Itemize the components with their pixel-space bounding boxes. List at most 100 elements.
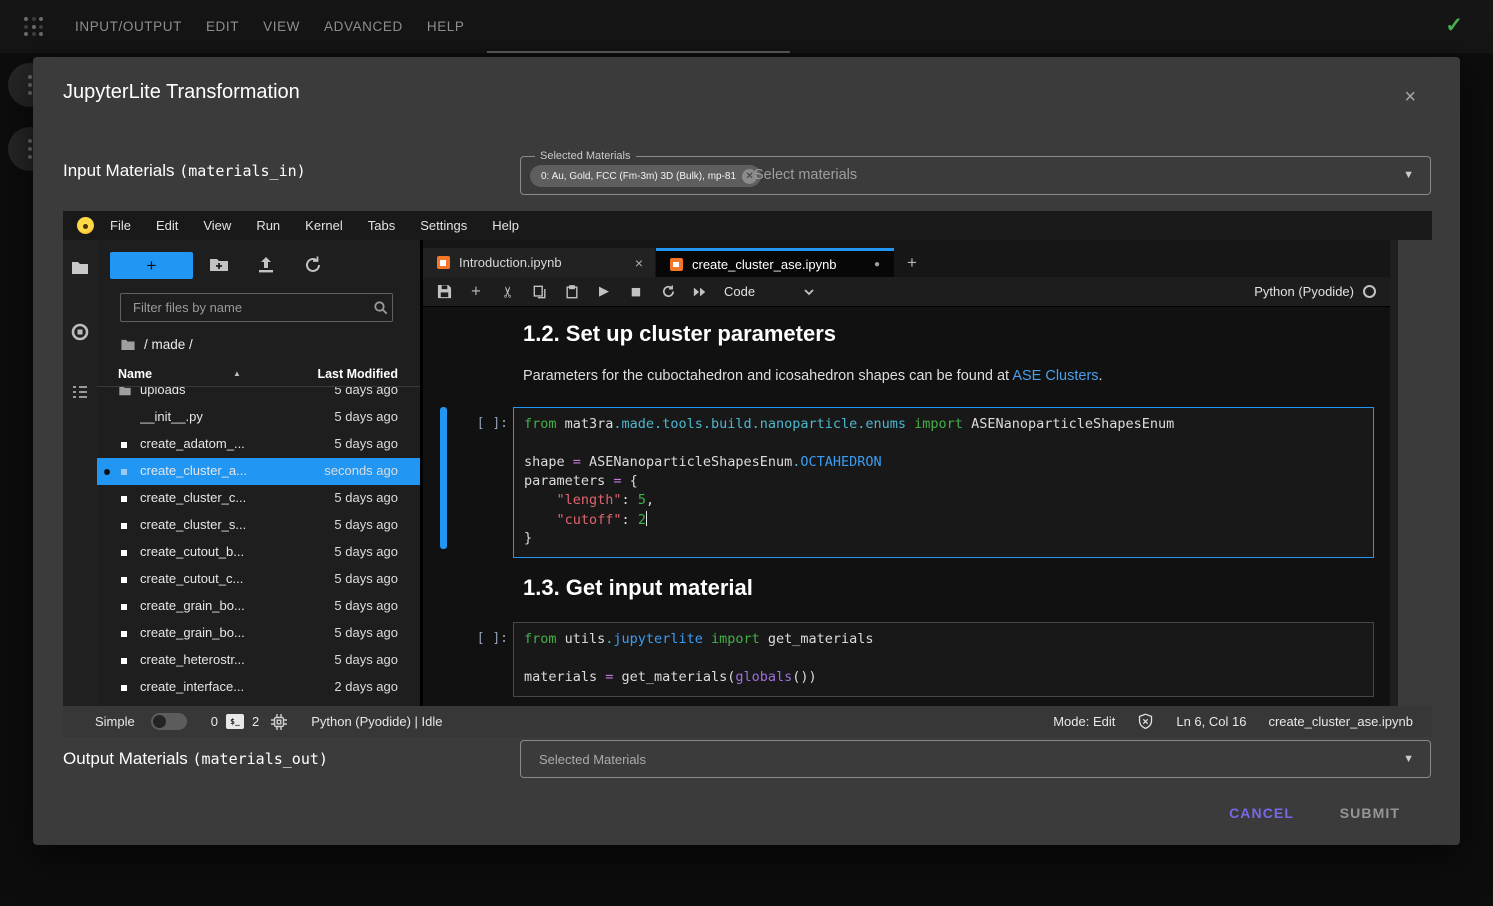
file-modified: 5 days ago xyxy=(334,625,398,640)
kernel-status-text[interactable]: Python (Pyodide) | Idle xyxy=(311,714,442,729)
column-last-modified[interactable]: Last Modified xyxy=(317,367,398,381)
section-paragraph: Parameters for the cuboctahedron and ico… xyxy=(523,368,1103,384)
tab-bar: Introduction.ipynb × create_cluster_ase.… xyxy=(423,240,1390,277)
jupyter-menu-item-run[interactable]: Run xyxy=(256,218,280,233)
app-menu-item-help[interactable]: HELP xyxy=(427,19,465,34)
code-line: from mat3ra.made.tools.build.nanoparticl… xyxy=(524,416,1363,435)
breadcrumb[interactable]: / made / xyxy=(120,334,193,354)
table-of-contents-tab-icon[interactable] xyxy=(70,382,90,402)
jupyter-menu-item-view[interactable]: View xyxy=(203,218,231,233)
file-modified: seconds ago xyxy=(324,463,398,478)
file-row-create_heterostr[interactable]: create_heterostr...5 days ago xyxy=(97,647,420,674)
chevron-down-icon[interactable]: ▼ xyxy=(1403,753,1414,765)
file-name: create_cluster_a... xyxy=(140,463,247,478)
unsaved-dot-icon: ● xyxy=(874,259,880,270)
new-launcher-button[interactable]: + xyxy=(110,252,193,279)
kernel-status-icon[interactable] xyxy=(1363,285,1376,298)
refresh-icon[interactable] xyxy=(302,254,324,276)
jupyter-menu-item-kernel[interactable]: Kernel xyxy=(305,218,343,233)
jupyter-menu-item-tabs[interactable]: Tabs xyxy=(368,218,395,233)
file-name: __init__.py xyxy=(140,409,203,424)
jupyterlite-logo-icon xyxy=(77,217,94,234)
run-icon[interactable]: ▶ xyxy=(596,284,612,300)
jupyter-menu-item-file[interactable]: File xyxy=(110,218,131,233)
cell-prompt: [ ]: xyxy=(463,416,508,431)
file-row-create_grain_bo[interactable]: create_grain_bo... 5 days ago xyxy=(97,620,420,647)
column-name[interactable]: Name xyxy=(118,367,152,381)
input-materials-select[interactable]: Selected Materials 0: Au, Gold, FCC (Fm-… xyxy=(520,156,1431,195)
cell-collapser[interactable] xyxy=(440,407,447,549)
stop-icon[interactable]: ■ xyxy=(628,284,644,300)
file-row-create_cluster_a[interactable]: create_cluster_a... seconds ago xyxy=(97,458,420,485)
notebook-scrollbar[interactable] xyxy=(1390,240,1398,706)
file-name: create_cutout_c... xyxy=(140,571,243,586)
cell-type-select[interactable]: Code xyxy=(724,284,755,299)
app-grid-logo-icon[interactable] xyxy=(24,17,44,37)
upload-icon[interactable] xyxy=(255,254,277,276)
save-icon[interactable] xyxy=(436,284,452,300)
file-row-create_cluster_c[interactable]: create_cluster_c...5 days ago xyxy=(97,485,420,512)
running-dot-icon xyxy=(104,469,110,475)
check-icon[interactable]: ✓ xyxy=(1445,13,1463,38)
file-modified: 5 days ago xyxy=(334,387,398,397)
material-chip[interactable]: 0: Au, Gold, FCC (Fm-3m) 3D (Bulk), mp-8… xyxy=(530,165,761,187)
running-kernels-tab-icon[interactable] xyxy=(70,322,90,342)
file-list: uploads5 days ago__init__.py5 days agocr… xyxy=(97,387,420,702)
ase-clusters-link[interactable]: ASE Clusters xyxy=(1012,368,1098,384)
tab-close-icon[interactable]: × xyxy=(635,255,643,271)
cell-collapser[interactable] xyxy=(440,622,447,690)
kernels-count[interactable]: 2 xyxy=(252,714,259,729)
file-row-create_cutout_b[interactable]: create_cutout_b...5 days ago xyxy=(97,539,420,566)
paste-icon[interactable] xyxy=(564,284,580,300)
add-cell-icon[interactable]: + xyxy=(468,284,484,300)
file-browser-panel: + / made / Name ▲ Last Modified xyxy=(97,240,420,706)
new-folder-icon[interactable] xyxy=(208,254,230,276)
trust-shield-icon[interactable] xyxy=(1137,713,1154,730)
file-row-create_cluster_s[interactable]: create_cluster_s...5 days ago xyxy=(97,512,420,539)
file-row-create_grain_bo[interactable]: create_grain_bo...5 days ago xyxy=(97,593,420,620)
kernel-name[interactable]: Python (Pyodide) xyxy=(1254,284,1354,299)
sort-arrow-icon[interactable]: ▲ xyxy=(233,369,241,378)
app-menu-item-input-output[interactable]: INPUT/OUTPUT xyxy=(75,19,182,34)
jupyterlite-app: File Edit View Run Kernel Tabs Settings Help + xyxy=(63,211,1432,737)
simple-mode-label: Simple xyxy=(95,714,135,729)
chevron-down-icon[interactable] xyxy=(803,286,815,298)
cancel-button[interactable]: CANCEL xyxy=(1229,805,1294,821)
file-row-uploads[interactable]: uploads5 days ago xyxy=(97,387,420,404)
tab-introduction[interactable]: Introduction.ipynb × xyxy=(423,248,655,277)
jupyter-menu-item-help[interactable]: Help xyxy=(492,218,519,233)
file-row-__init__py[interactable]: __init__.py5 days ago xyxy=(97,404,420,431)
file-modified: 5 days ago xyxy=(334,598,398,613)
section-heading-1-3: 1.3. Get input material xyxy=(523,575,753,601)
file-row-create_cutout_c[interactable]: create_cutout_c...5 days ago xyxy=(97,566,420,593)
tab-create-cluster-ase[interactable]: create_cluster_ase.ipynb ● xyxy=(656,248,894,277)
jupyter-menu-item-settings[interactable]: Settings xyxy=(420,218,467,233)
submit-button[interactable]: SUBMIT xyxy=(1340,805,1400,821)
filter-files-input[interactable] xyxy=(120,293,393,322)
app-menu-item-advanced[interactable]: ADVANCED xyxy=(324,19,403,34)
cursor-position[interactable]: Ln 6, Col 16 xyxy=(1176,714,1246,729)
terminals-count[interactable]: 0 xyxy=(211,714,218,729)
code-editor[interactable]: from mat3ra.made.tools.build.nanoparticl… xyxy=(513,407,1374,558)
file-name: create_heterostr... xyxy=(140,652,245,667)
code-editor[interactable]: from utils.jupyterlite import get_materi… xyxy=(513,622,1374,697)
file-browser-tab-icon[interactable] xyxy=(70,258,90,278)
notebook-icon xyxy=(118,600,131,613)
add-tab-icon[interactable]: + xyxy=(901,252,923,274)
file-modified: 5 days ago xyxy=(334,517,398,532)
chevron-down-icon[interactable]: ▼ xyxy=(1403,169,1414,181)
copy-icon[interactable] xyxy=(532,284,548,300)
restart-kernel-icon[interactable] xyxy=(660,284,676,300)
cut-icon[interactable]: ✂ xyxy=(500,284,516,300)
app-menu-item-edit[interactable]: EDIT xyxy=(206,19,239,34)
output-materials-select[interactable]: Selected Materials ▼ xyxy=(520,740,1431,778)
app-menu-item-view[interactable]: VIEW xyxy=(263,19,300,34)
code-line: } xyxy=(524,530,1363,549)
restart-run-all-icon[interactable] xyxy=(692,284,708,300)
close-icon[interactable]: × xyxy=(1404,87,1416,107)
file-name: create_grain_bo... xyxy=(140,625,245,640)
jupyter-menu-item-edit[interactable]: Edit xyxy=(156,218,178,233)
simple-mode-toggle[interactable] xyxy=(151,713,187,730)
file-row-create_interface[interactable]: create_interface...2 days ago xyxy=(97,674,420,701)
file-row-create_adatom_[interactable]: create_adatom_...5 days ago xyxy=(97,431,420,458)
